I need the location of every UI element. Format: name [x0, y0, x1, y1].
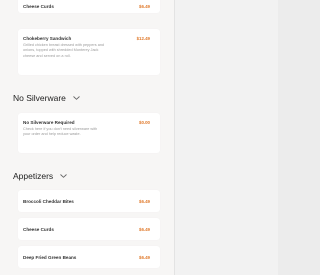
section-header-no-silverware[interactable]: No Silverware: [13, 93, 80, 103]
menu-item-name: No Silverware Required: [23, 120, 75, 125]
menu-item-price: $12.49: [136, 36, 150, 41]
menu-item-card[interactable]: No Silverware Required $0.00 Check here …: [18, 113, 160, 153]
menu-item-description: Grilled chicken breast dressed with pepp…: [23, 43, 105, 58]
menu-item-name: Cheese Curds: [23, 226, 54, 232]
menu-item-card[interactable]: Chokeberry Sandwich $12.49 Grilled chick…: [18, 29, 160, 75]
menu-item-name: Broccoli Cheddar Bites: [23, 198, 74, 204]
menu-item-card[interactable]: Cheese Curds $6.49: [18, 218, 160, 240]
menu-item-name: Cheese Curds: [23, 4, 54, 9]
menu-item-price: $6.49: [139, 226, 150, 232]
section-title: Appetizers: [13, 171, 54, 181]
menu-item-card[interactable]: Cheese Curds $6.49: [18, 0, 160, 13]
menu-item-price: $0.00: [139, 120, 150, 125]
chevron-down-icon: [73, 96, 80, 100]
menu-item-description: Check here if you don't need silverware …: [23, 127, 98, 137]
menu-item-price: $6.49: [139, 254, 150, 260]
section-title: No Silverware: [13, 93, 66, 103]
section-header-appetizers[interactable]: Appetizers: [13, 171, 67, 181]
menu-item-card[interactable]: Deep Fried Green Beans $6.49: [18, 246, 160, 268]
menu-item-name: Deep Fried Green Beans: [23, 254, 77, 260]
menu-item-name: Chokeberry Sandwich: [23, 36, 72, 41]
menu-panel: Cheese Curds $6.49 Chokeberry Sandwich $…: [0, 0, 174, 275]
menu-item-card[interactable]: Broccoli Cheddar Bites $6.49: [18, 190, 160, 212]
side-panel: [174, 0, 278, 275]
menu-item-price: $6.49: [139, 198, 150, 204]
menu-item-price: $6.49: [139, 4, 150, 9]
chevron-down-icon: [60, 174, 67, 178]
